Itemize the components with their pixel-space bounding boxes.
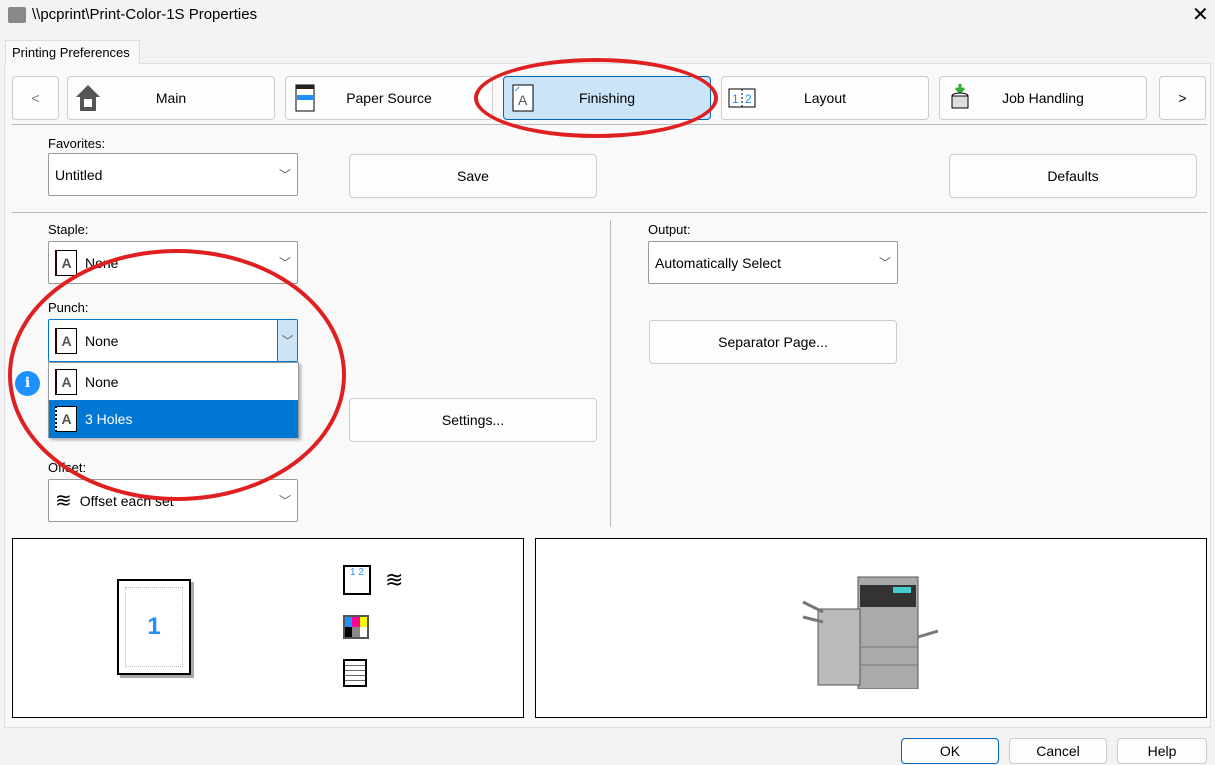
- page-thumbnail: 1: [117, 579, 191, 675]
- nav-next-button[interactable]: >: [1159, 76, 1206, 120]
- nav-label: Layout: [803, 90, 847, 106]
- favorites-value: Untitled: [55, 166, 103, 183]
- settings-button[interactable]: Settings...: [349, 398, 597, 442]
- separator-page-button[interactable]: Separator Page...: [649, 320, 897, 364]
- punch-dropdown-list: A None A 3 Holes: [48, 362, 299, 438]
- output-value: Automatically Select: [655, 254, 782, 271]
- ok-button[interactable]: OK: [901, 738, 999, 764]
- chevron-down-icon[interactable]: ﹀: [277, 320, 297, 361]
- offset-label: Offset:: [48, 460, 87, 475]
- info-icon[interactable]: i: [15, 371, 40, 396]
- printer-icon: [8, 7, 26, 23]
- offset-stack-icon: ≋: [55, 490, 72, 512]
- help-button[interactable]: Help: [1117, 738, 1207, 764]
- divider: [12, 212, 1207, 213]
- punch-option-3-holes[interactable]: A 3 Holes: [49, 400, 298, 438]
- chevron-down-icon: ﹀: [278, 256, 291, 270]
- collate-icon: 1 2: [343, 565, 371, 595]
- defaults-button[interactable]: Defaults: [949, 154, 1197, 198]
- document-icon: [343, 659, 367, 687]
- cancel-button[interactable]: Cancel: [1009, 738, 1107, 764]
- punch-value: None: [85, 332, 119, 349]
- svg-text:1: 1: [732, 92, 739, 106]
- nav-label: Main: [155, 90, 187, 106]
- offset-stack-icon: ≋: [385, 567, 404, 592]
- svg-text:2: 2: [745, 92, 752, 106]
- favorites-label: Favorites:: [48, 136, 106, 151]
- nav-prev-button[interactable]: <: [12, 76, 59, 120]
- title-bar: \\pcprint\Print-Color-1S Properties ✕: [0, 0, 1215, 30]
- chevron-down-icon: ﹀: [878, 256, 891, 270]
- printer-preview: [535, 538, 1207, 718]
- nav-label: Job Handling: [1002, 90, 1084, 106]
- punch-none-icon: A: [55, 368, 77, 395]
- favorites-dropdown[interactable]: Untitled ﹀: [48, 153, 298, 196]
- output-label: Output:: [648, 222, 691, 237]
- nav-main[interactable]: Main: [67, 76, 275, 120]
- nav-job-handling[interactable]: Job Handling: [939, 76, 1147, 120]
- option-label: None: [85, 373, 119, 390]
- divider: [12, 124, 1207, 125]
- svg-text:A: A: [518, 92, 528, 108]
- nav-label: Paper Source: [346, 90, 432, 106]
- output-dropdown[interactable]: Automatically Select ﹀: [648, 241, 898, 284]
- tab-printing-preferences[interactable]: Printing Preferences: [5, 40, 140, 65]
- punch-label: Punch:: [48, 300, 89, 315]
- page-number: 1: [125, 587, 183, 667]
- offset-dropdown[interactable]: ≋ Offset each set ﹀: [48, 479, 298, 522]
- punch-dropdown[interactable]: A None ﹀: [48, 319, 298, 362]
- save-button[interactable]: Save: [349, 154, 597, 198]
- nav-finishing[interactable]: A Finishing: [503, 76, 711, 120]
- printer-tray-icon: [295, 84, 315, 112]
- offset-value: Offset each set: [79, 492, 174, 509]
- close-button[interactable]: ✕: [1192, 2, 1209, 27]
- staple-label: Staple:: [48, 222, 89, 237]
- job-handling-icon: [951, 84, 969, 109]
- staple-value: None: [85, 254, 119, 271]
- page-preview: 1 1 2 ≋: [12, 538, 524, 718]
- chevron-down-icon: ﹀: [278, 168, 291, 182]
- layout-icon: 12: [728, 88, 756, 108]
- punch-none-icon: A: [55, 327, 77, 354]
- printer-device-icon: [802, 576, 938, 689]
- nav-label: Finishing: [578, 90, 636, 106]
- home-icon: [76, 85, 100, 111]
- color-mode-icon: [343, 615, 369, 639]
- staple-none-icon: A: [55, 249, 77, 276]
- window-title: \\pcprint\Print-Color-1S Properties: [32, 6, 258, 23]
- option-label: 3 Holes: [85, 411, 133, 427]
- chevron-down-icon: ﹀: [278, 494, 291, 508]
- nav-paper-source[interactable]: Paper Source: [285, 76, 493, 120]
- vertical-divider: [610, 220, 611, 527]
- finishing-icon: A: [512, 84, 534, 112]
- staple-dropdown[interactable]: A None ﹀: [48, 241, 298, 284]
- punch-option-none[interactable]: A None: [49, 363, 298, 400]
- nav-layout[interactable]: 12 Layout: [721, 76, 929, 120]
- punch-3-holes-icon: A: [55, 406, 77, 432]
